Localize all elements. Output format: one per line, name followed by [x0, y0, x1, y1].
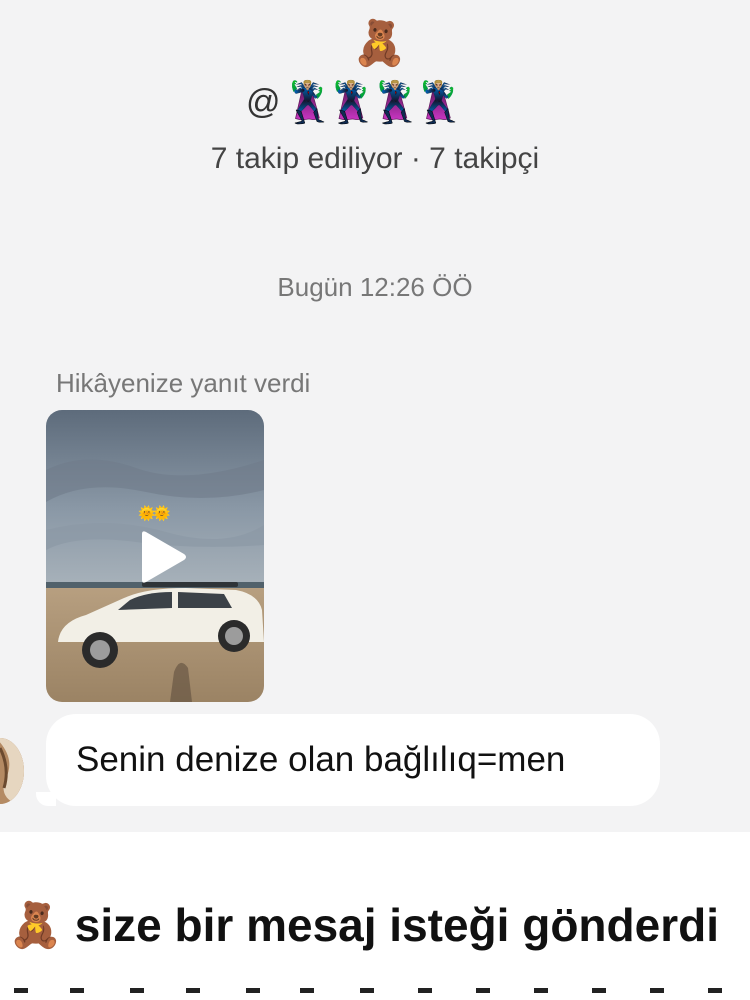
avatar-photo: [0, 738, 24, 804]
sun-sticker: 🌞🌞: [138, 505, 171, 521]
chat-thread: 🧸 @ 🦹🏼‍♂️🦹🏼‍♂️🦹🏼‍♂️🦹🏼‍♂️ 7 takip ediliyo…: [0, 0, 750, 832]
story-thumbnail[interactable]: 🌞🌞: [46, 410, 264, 702]
story-reply-caption: Hikâyenize yanıt verdi: [56, 368, 311, 398]
profile-username[interactable]: @ 🦹🏼‍♂️🦹🏼‍♂️🦹🏼‍♂️🦹🏼‍♂️: [246, 74, 464, 130]
play-icon[interactable]: [136, 530, 188, 584]
message-timestamp: Bugün 12:26 ÖÖ: [277, 272, 473, 302]
sender-avatar[interactable]: [0, 738, 24, 804]
message-request-title: 🧸 size bir mesaj isteği gönderdi: [8, 888, 719, 962]
message-text: Senin denize olan bağlılıq=men: [76, 740, 566, 779]
username-prefix: @: [246, 82, 281, 121]
teddy-bear-icon: 🧸: [8, 901, 63, 950]
teddy-bear-icon: 🧸: [352, 19, 407, 68]
username-emoji-overlay: 🦹🏼‍♂️🦹🏼‍♂️🦹🏼‍♂️🦹🏼‍♂️: [282, 80, 464, 125]
incoming-message-bubble[interactable]: Senin denize olan bağlılıq=men: [46, 714, 660, 806]
bubble-tail: [36, 792, 56, 806]
request-title-text: size bir mesaj isteği gönderdi: [74, 899, 719, 951]
cut-off-text-line: [0, 988, 750, 1000]
follow-stats: 7 takip ediliyor · 7 takipçi: [210, 142, 540, 175]
